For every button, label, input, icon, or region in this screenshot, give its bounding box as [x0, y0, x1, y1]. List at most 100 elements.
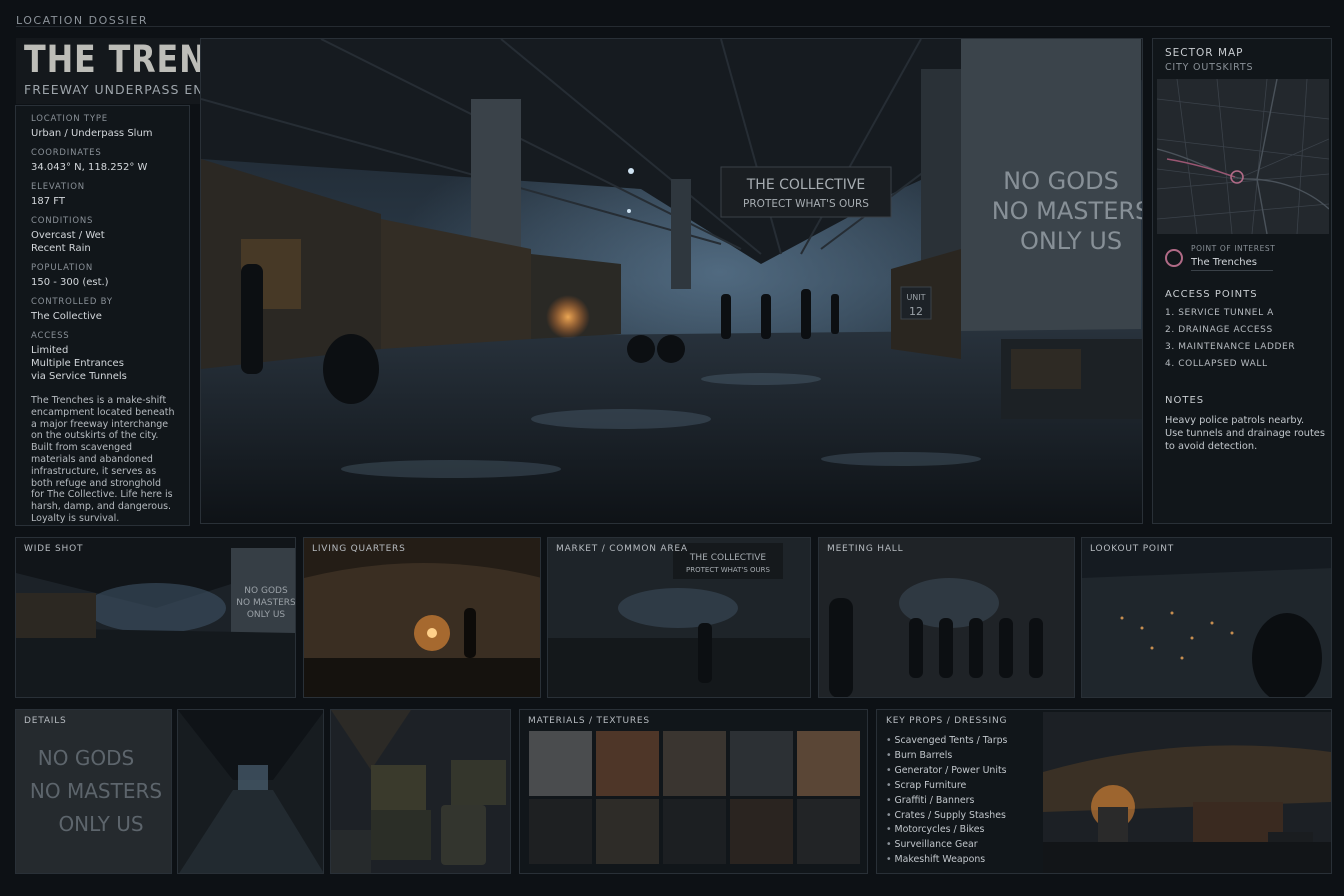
prop-item: Surveillance Gear [886, 838, 1007, 853]
field-controlled-by: CONTROLLED BY The Collective [31, 297, 177, 323]
field-population: POPULATION 150 - 300 (est.) [31, 263, 177, 289]
thumb-label: LIVING QUARTERS [312, 544, 406, 554]
hero-graffiti-line3: ONLY US [1020, 227, 1122, 255]
hero-graffiti-line1: NO GODS [1003, 167, 1119, 195]
thumb-living-quarters-image [304, 538, 540, 697]
field-access: ACCESS Limited Multiple Entrances via Se… [31, 331, 177, 383]
prop-item: Crates / Supply Stashes [886, 809, 1007, 824]
access-points: ACCESS POINTS 1. SERVICE TUNNEL A 2. DRA… [1165, 289, 1295, 373]
field-location-type: LOCATION TYPE Urban / Underpass Slum [31, 114, 177, 140]
material-swatch[interactable] [730, 731, 793, 796]
location-description: The Trenches is a make-shift encampment … [31, 395, 175, 524]
hero-scene: THE COLLECTIVE PROTECT WHAT'S OURS NO GO… [201, 39, 1143, 523]
field-elevation: ELEVATION 187 FT [31, 182, 177, 208]
notes-title: NOTES [1165, 395, 1205, 406]
material-swatch[interactable] [730, 799, 793, 864]
material-swatch[interactable] [663, 731, 726, 796]
thumb-label: MEETING HALL [827, 544, 904, 554]
thumb-meeting-hall-image [819, 538, 1074, 697]
details-crates-image [331, 710, 510, 873]
thumb-details-tunnel[interactable] [177, 709, 324, 874]
poi-marker-icon [1165, 249, 1183, 267]
thumb-wide-shot[interactable]: WIDE SHOT NO GODS NO MASTERS ONLY US [15, 537, 296, 698]
details-graffiti-image: NO GODS NO MASTERS ONLY US [16, 710, 171, 873]
details-graffiti-line3: ONLY US [58, 812, 143, 836]
thumb-lookout-image [1082, 538, 1331, 697]
material-swatch[interactable] [797, 799, 860, 864]
access-point-item: 3. MAINTENANCE LADDER [1165, 342, 1296, 352]
thumb-market-image: THE COLLECTIVE PROTECT WHAT'S OURS [548, 538, 810, 697]
hero-banner-line1: THE COLLECTIVE [746, 177, 866, 193]
thumb-lookout[interactable]: LOOKOUT POINT [1081, 537, 1332, 698]
access-point-item: 2. DRAINAGE ACCESS [1165, 325, 1273, 335]
thumb-label: DETAILS [24, 716, 67, 726]
field-label: ELEVATION [31, 182, 85, 192]
material-swatch[interactable] [596, 799, 659, 864]
field-label: CONDITIONS [31, 216, 94, 226]
thumb-wide-shot-image: NO GODS NO MASTERS ONLY US [16, 538, 295, 697]
access-point-item: 4. COLLAPSED WALL [1165, 359, 1268, 369]
thumb-graffiti-line3: ONLY US [247, 610, 286, 620]
thumb-banner-line2: PROTECT WHAT'S OURS [686, 566, 770, 574]
field-value: 187 FT [31, 196, 65, 207]
thumb-banner-line1: THE COLLECTIVE [689, 553, 766, 563]
hero-banner-line2: PROTECT WHAT'S OURS [743, 198, 869, 210]
prop-item: Burn Barrels [886, 749, 1007, 764]
field-value: The Collective [31, 311, 102, 322]
material-swatch[interactable] [529, 799, 592, 864]
sector-map[interactable] [1157, 79, 1329, 234]
hero-unit-number: 12 [909, 305, 923, 318]
thumb-living-quarters[interactable]: LIVING QUARTERS [303, 537, 541, 698]
header-divider [16, 26, 1330, 27]
thumb-details[interactable]: DETAILS NO GODS NO MASTERS ONLY US [15, 709, 172, 874]
notes-body: Heavy police patrols nearby. Use tunnels… [1165, 415, 1325, 452]
materials-panel: MATERIALS / TEXTURES [519, 709, 868, 874]
field-value: Limited Multiple Entrances via Service T… [31, 345, 127, 382]
hero-image[interactable]: THE COLLECTIVE PROTECT WHAT'S OURS NO GO… [200, 38, 1143, 524]
details-graffiti-line2: NO MASTERS [30, 779, 162, 803]
material-swatch[interactable] [663, 799, 726, 864]
material-swatch[interactable] [529, 731, 592, 796]
prop-item: Scrap Furniture [886, 779, 1007, 794]
materials-title: MATERIALS / TEXTURES [528, 716, 650, 726]
field-value: Urban / Underpass Slum [31, 128, 153, 139]
prop-item: Motorcycles / Bikes [886, 823, 1007, 838]
field-conditions: CONDITIONS Overcast / Wet Recent Rain [31, 216, 177, 255]
prop-item: Generator / Power Units [886, 764, 1007, 779]
props-panel: KEY PROPS / DRESSING Scavenged Tents / T… [876, 709, 1332, 874]
thumb-meeting-hall[interactable]: MEETING HALL [818, 537, 1075, 698]
props-title: KEY PROPS / DRESSING [886, 716, 1008, 726]
access-point-item: 1. SERVICE TUNNEL A [1165, 308, 1274, 318]
sector-map-title: SECTOR MAP [1165, 47, 1244, 59]
thumb-details-crates[interactable] [330, 709, 511, 874]
details-tunnel-image [178, 710, 323, 873]
material-swatch[interactable] [797, 731, 860, 796]
point-of-interest[interactable]: POINT OF INTEREST The Trenches [1165, 244, 1275, 271]
details-graffiti-line1: NO GODS [38, 746, 134, 770]
props-scene [1043, 712, 1331, 873]
sector-map-subtitle: CITY OUTSKIRTS [1165, 62, 1254, 73]
materials-swatch-grid [529, 731, 860, 864]
field-value: 150 - 300 (est.) [31, 277, 109, 288]
field-label: POPULATION [31, 263, 93, 273]
thumb-label: WIDE SHOT [24, 544, 84, 554]
hero-unit-label: UNIT [906, 293, 925, 302]
thumb-graffiti-line1: NO GODS [244, 586, 288, 596]
material-swatch[interactable] [596, 731, 659, 796]
field-value: 34.043° N, 118.252° W [31, 162, 148, 173]
props-image[interactable] [1043, 712, 1331, 873]
access-points-title: ACCESS POINTS [1165, 289, 1258, 300]
props-list: Scavenged Tents / Tarps Burn Barrels Gen… [886, 734, 1008, 868]
field-label: LOCATION TYPE [31, 114, 108, 124]
field-label: CONTROLLED BY [31, 297, 113, 307]
thumb-label: MARKET / COMMON AREA [556, 544, 688, 554]
field-label: COORDINATES [31, 148, 102, 158]
poi-name: The Trenches [1191, 257, 1273, 271]
thumb-market[interactable]: MARKET / COMMON AREA THE COLLECTIVE PROT… [547, 537, 811, 698]
map-graphic [1157, 79, 1329, 234]
field-value: Overcast / Wet Recent Rain [31, 230, 105, 254]
hero-graffiti-line2: NO MASTERS [992, 197, 1143, 225]
notes: NOTES Heavy police patrols nearby. Use t… [1165, 395, 1325, 453]
poi-label: POINT OF INTEREST [1191, 244, 1276, 253]
thumb-label: LOOKOUT POINT [1090, 544, 1175, 554]
